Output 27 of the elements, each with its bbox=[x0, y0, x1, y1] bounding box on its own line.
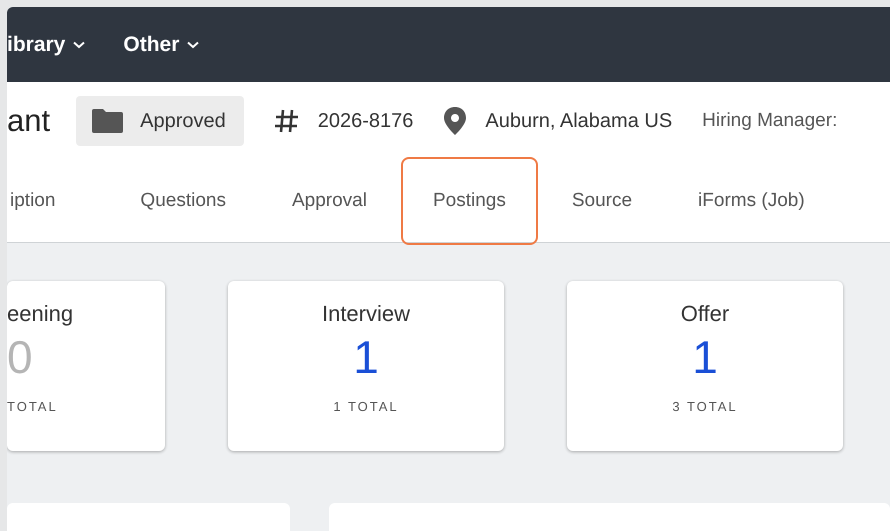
stage-count: 1 bbox=[692, 330, 718, 385]
stage-total: 1 TOTAL bbox=[333, 399, 399, 414]
nav-menu[interactable]: ibrary bbox=[7, 32, 86, 56]
folder-icon bbox=[91, 108, 124, 134]
stage-title: Interview bbox=[322, 301, 410, 327]
chevron-down-icon bbox=[187, 40, 200, 48]
stage-total: 3 TOTAL bbox=[672, 399, 738, 414]
status-chip: Approved bbox=[76, 96, 244, 146]
location-pin-icon bbox=[443, 106, 468, 136]
hash-icon bbox=[274, 108, 300, 134]
stage-total: TOTAL bbox=[7, 399, 58, 414]
hiring-manager-label: Hiring Manager: bbox=[702, 110, 838, 132]
nav-menu[interactable]: Other bbox=[123, 32, 200, 56]
stage-count: 0 bbox=[7, 330, 33, 385]
job-number: 2026-8176 bbox=[318, 110, 414, 132]
tab[interactable]: iForms (Job) bbox=[666, 157, 837, 245]
tab[interactable]: iption bbox=[8, 157, 88, 245]
tab[interactable]: Postings bbox=[400, 157, 538, 245]
tab[interactable]: Source bbox=[540, 157, 664, 245]
tab[interactable]: Approval bbox=[260, 157, 399, 245]
stage-count: 1 bbox=[353, 330, 379, 385]
stage-title: eening bbox=[7, 301, 74, 327]
job-location: Auburn, Alabama US bbox=[485, 110, 672, 132]
tab[interactable]: Questions bbox=[108, 157, 258, 245]
chevron-down-icon bbox=[73, 40, 86, 48]
job-title: ant bbox=[7, 103, 50, 139]
stage-title: Offer bbox=[680, 301, 730, 327]
